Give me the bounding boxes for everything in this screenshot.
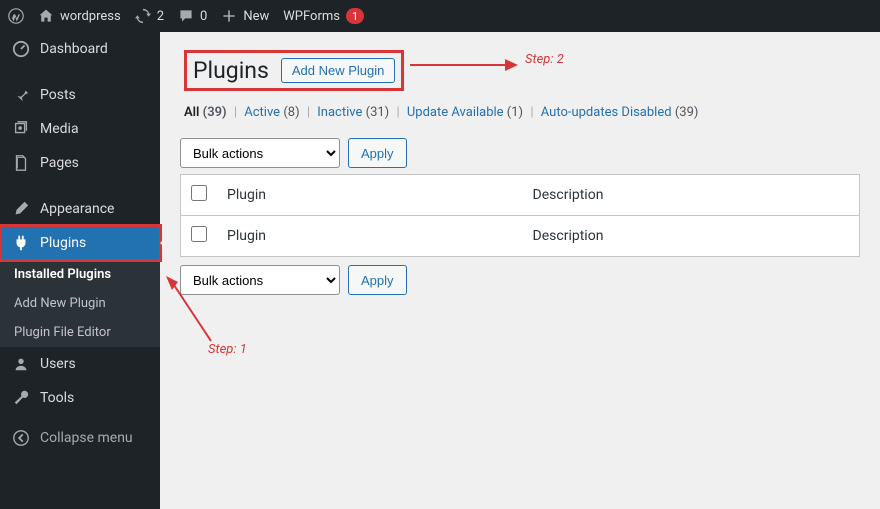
filter-active[interactable]: Active (8): [244, 105, 299, 120]
bulk-actions-top: Bulk actions Apply: [180, 138, 860, 168]
select-all-bottom[interactable]: [191, 226, 207, 242]
plugin-icon: [12, 234, 30, 252]
filter-all[interactable]: All (39): [184, 105, 227, 120]
wordpress-icon: [8, 8, 24, 24]
sidebar-item-dashboard[interactable]: Dashboard: [0, 32, 160, 66]
sidebar-sub-addnew[interactable]: Add New Plugin: [0, 289, 160, 318]
new-link[interactable]: New: [221, 8, 269, 24]
apply-button-bottom[interactable]: Apply: [348, 265, 407, 295]
sidebar-item-pages[interactable]: Pages: [0, 146, 160, 180]
annotation-arrow-step2: [410, 55, 520, 79]
sidebar-item-label: Plugins: [40, 235, 86, 251]
main-content: Plugins Add New Plugin All (39) | Active…: [160, 32, 880, 509]
page-title: Plugins: [193, 57, 269, 84]
updates-link[interactable]: 2: [135, 8, 164, 24]
page-heading-row: Plugins Add New Plugin: [180, 42, 860, 99]
pages-icon: [12, 154, 30, 172]
brush-icon: [12, 200, 30, 218]
wpforms-label: WPForms: [283, 9, 340, 24]
sidebar-item-plugins[interactable]: Plugins: [0, 226, 160, 260]
sidebar-item-label: Users: [40, 356, 76, 372]
tools-icon: [12, 389, 30, 407]
admin-sidebar: Dashboard Posts Media Pages Appearance P…: [0, 32, 160, 509]
sidebar-collapse[interactable]: Collapse menu: [0, 421, 160, 455]
filter-inactive[interactable]: Inactive (31): [317, 105, 389, 120]
sidebar-submenu-plugins: Installed Plugins Add New Plugin Plugin …: [0, 260, 160, 347]
wp-logo[interactable]: [8, 8, 24, 24]
filter-auto[interactable]: Auto-updates Disabled (39): [541, 105, 699, 120]
sidebar-item-media[interactable]: Media: [0, 112, 160, 146]
sidebar-item-label: Pages: [40, 155, 79, 171]
wpforms-badge: 1: [346, 8, 364, 24]
col-desc-header[interactable]: Description: [523, 175, 860, 216]
dashboard-icon: [12, 40, 30, 58]
comment-icon: [178, 8, 194, 24]
col-desc-footer: Description: [523, 216, 860, 257]
sidebar-item-appearance[interactable]: Appearance: [0, 192, 160, 226]
comments-link[interactable]: 0: [178, 8, 207, 24]
col-plugin-footer: Plugin: [217, 216, 523, 257]
media-icon: [12, 120, 30, 138]
sidebar-sub-installed[interactable]: Installed Plugins: [0, 260, 160, 289]
apply-button-top[interactable]: Apply: [348, 138, 407, 168]
select-all-top[interactable]: [191, 185, 207, 201]
sidebar-item-label: Appearance: [40, 201, 114, 217]
sidebar-item-label: Dashboard: [40, 41, 108, 57]
annotation-step1-label: Step: 1: [208, 342, 247, 357]
refresh-icon: [135, 8, 151, 24]
pin-icon: [12, 86, 30, 104]
sidebar-item-label: Media: [40, 121, 79, 137]
add-new-plugin-button[interactable]: Add New Plugin: [281, 58, 396, 83]
plus-icon: [221, 8, 237, 24]
sidebar-item-label: Posts: [40, 87, 76, 103]
new-label: New: [243, 9, 269, 24]
sidebar-item-label: Collapse menu: [40, 430, 133, 446]
site-name-label: wordpress: [60, 9, 121, 24]
bulk-actions-bottom: Bulk actions Apply: [180, 265, 860, 295]
admin-bar: wordpress 2 0 New WPForms 1: [0, 0, 880, 32]
sidebar-item-users[interactable]: Users: [0, 347, 160, 381]
sidebar-item-posts[interactable]: Posts: [0, 78, 160, 112]
annotation-box-step2: Plugins Add New Plugin: [184, 50, 404, 91]
plugin-filters: All (39) | Active (8) | Inactive (31) | …: [180, 99, 860, 132]
home-icon: [38, 8, 54, 24]
wpforms-link[interactable]: WPForms 1: [283, 8, 364, 24]
col-plugin-header[interactable]: Plugin: [217, 175, 523, 216]
site-name-link[interactable]: wordpress: [38, 8, 121, 24]
filter-update[interactable]: Update Available (1): [407, 105, 523, 120]
sidebar-item-label: Tools: [40, 390, 74, 406]
sidebar-item-tools[interactable]: Tools: [0, 381, 160, 415]
plugins-table: Plugin Description Plugin Description: [180, 174, 860, 257]
sidebar-sub-editor[interactable]: Plugin File Editor: [0, 318, 160, 347]
annotation-step2-label: Step: 2: [525, 52, 564, 67]
collapse-icon: [12, 429, 30, 447]
bulk-action-select-top[interactable]: Bulk actions: [180, 138, 340, 168]
updates-count: 2: [157, 9, 164, 24]
users-icon: [12, 355, 30, 373]
comments-count: 0: [200, 9, 207, 24]
